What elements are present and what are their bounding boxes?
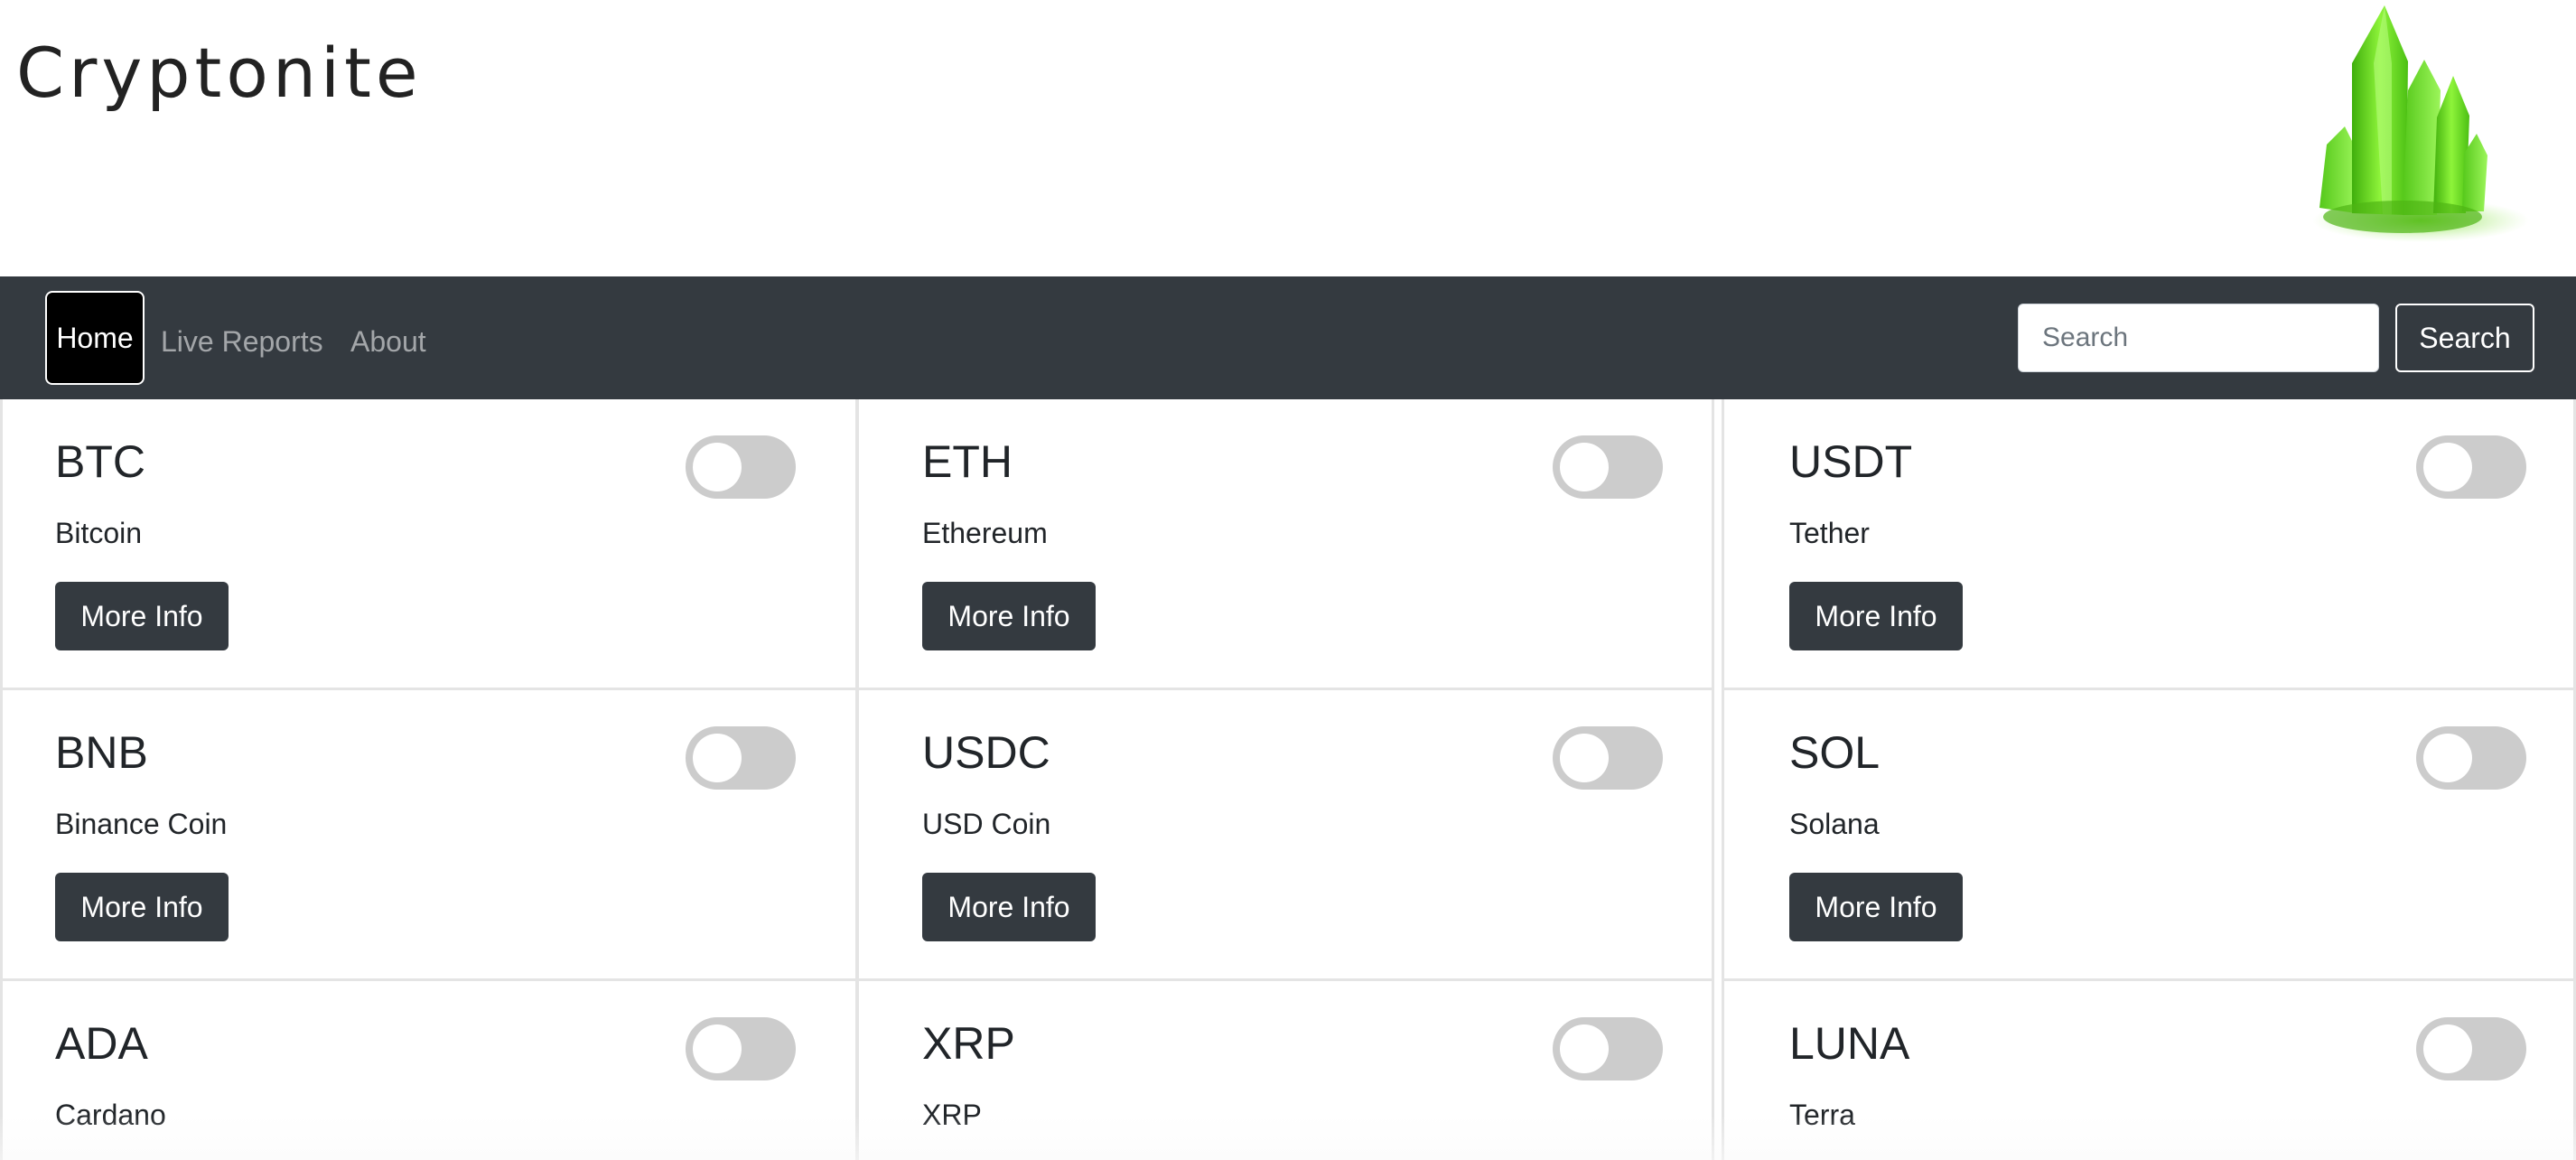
main-navbar: Home Live Reports About Search <box>0 276 2576 399</box>
toggle-knob <box>1560 1024 1609 1073</box>
coin-card: XRP XRP <box>856 981 1714 1160</box>
coin-symbol: USDT <box>1789 436 1913 487</box>
coin-name: Bitcoin <box>55 517 143 549</box>
coin-card: ADA Cardano <box>0 981 858 1160</box>
nav-home-link[interactable]: Home <box>45 291 145 385</box>
coin-name: Solana <box>1789 808 1880 840</box>
coin-toggle[interactable] <box>686 726 796 790</box>
coin-toggle[interactable] <box>2416 726 2526 790</box>
coin-symbol: USDC <box>922 727 1050 778</box>
search-input[interactable] <box>2018 304 2379 372</box>
coin-toggle[interactable] <box>686 435 796 499</box>
toggle-knob <box>2423 1024 2472 1073</box>
nav-about-link[interactable]: About <box>350 325 426 359</box>
coin-card: LUNA Terra <box>1722 981 2576 1160</box>
coin-name: XRP <box>922 1099 982 1131</box>
coin-name: Binance Coin <box>55 808 228 840</box>
coin-card: BNB Binance Coin More Info <box>0 690 858 981</box>
search-button[interactable]: Search <box>2395 304 2534 372</box>
coin-card: ETH Ethereum More Info <box>856 399 1714 690</box>
coin-symbol: SOL <box>1789 727 1881 778</box>
coin-symbol: ETH <box>922 436 1013 487</box>
coin-name: Terra <box>1789 1099 1855 1131</box>
coin-name: Cardano <box>55 1099 166 1131</box>
coin-name: Ethereum <box>922 517 1048 549</box>
coin-symbol: LUNA <box>1789 1018 1910 1069</box>
toggle-knob <box>1560 734 1609 782</box>
coin-symbol: BNB <box>55 727 148 778</box>
coin-name: USD Coin <box>922 808 1051 840</box>
toggle-knob <box>2423 443 2472 491</box>
coin-card: BTC Bitcoin More Info <box>0 399 858 690</box>
coin-toggle[interactable] <box>2416 1017 2526 1080</box>
toggle-knob <box>1560 443 1609 491</box>
coin-toggle[interactable] <box>1553 726 1663 790</box>
coin-card: SOL Solana More Info <box>1722 690 2576 981</box>
more-info-button[interactable]: More Info <box>55 582 229 650</box>
toggle-knob <box>693 1024 742 1073</box>
page-header: Cryptonite <box>0 0 2576 276</box>
site-title: Cryptonite <box>16 33 423 113</box>
coin-card: USDC USD Coin More Info <box>856 690 1714 981</box>
coin-card: USDT Tether More Info <box>1722 399 2576 690</box>
more-info-button[interactable]: More Info <box>1789 582 1963 650</box>
coin-grid: BTC Bitcoin More Info ETH Ethereum More … <box>0 399 2576 1160</box>
nav-live-reports-link[interactable]: Live Reports <box>161 325 323 359</box>
more-info-button[interactable]: More Info <box>1789 873 1963 941</box>
coin-toggle[interactable] <box>2416 435 2526 499</box>
coin-toggle[interactable] <box>1553 435 1663 499</box>
coin-symbol: BTC <box>55 436 145 487</box>
coin-symbol: ADA <box>55 1018 148 1069</box>
coin-name: Tether <box>1789 517 1870 549</box>
toggle-knob <box>2423 734 2472 782</box>
green-crystal-logo-icon <box>2312 5 2529 242</box>
more-info-button[interactable]: More Info <box>922 582 1096 650</box>
toggle-knob <box>693 734 742 782</box>
toggle-knob <box>693 443 742 491</box>
more-info-button[interactable]: More Info <box>55 873 229 941</box>
coin-toggle[interactable] <box>686 1017 796 1080</box>
coin-toggle[interactable] <box>1553 1017 1663 1080</box>
more-info-button[interactable]: More Info <box>922 873 1096 941</box>
coin-symbol: XRP <box>922 1018 1015 1069</box>
